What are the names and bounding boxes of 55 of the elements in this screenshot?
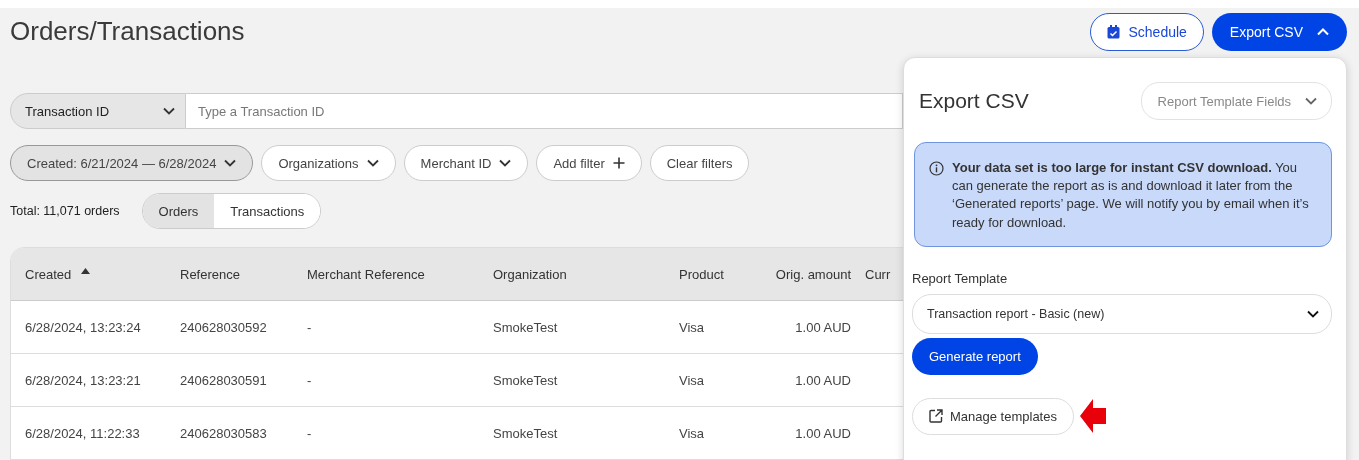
search-type-select[interactable]: Transaction ID xyxy=(10,93,186,129)
filter-chip[interactable]: Clear filters xyxy=(649,145,750,181)
chevron-down-icon xyxy=(224,159,237,167)
external-link-icon xyxy=(929,409,943,424)
notice-text: Your data set is too large for instant CSV download. You can generate the report as is and download it later from the ‘Generated reports’ page. We will notify you by email when it’s ready for download. xyxy=(952,159,1310,232)
page-title: Orders/Transactions xyxy=(10,16,245,47)
view-tab[interactable]: Orders xyxy=(142,194,215,228)
table-cell: 6/28/2024, 13:23:24 xyxy=(25,319,141,335)
table-cell: 1.00 AUD xyxy=(795,372,851,388)
table-cell: 6/28/2024, 13:23:21 xyxy=(25,372,141,388)
table-cell: Visa xyxy=(679,372,705,388)
chevron-down-icon xyxy=(163,107,175,115)
info-icon xyxy=(929,161,944,176)
table-cell: 6/28/2024, 11:22:33 xyxy=(25,425,140,441)
table-cell: Visa xyxy=(679,425,705,441)
manage-templates-button[interactable]: Manage templates xyxy=(912,397,1074,435)
table-cell: - xyxy=(307,425,312,441)
filter-chip[interactable]: Organizations xyxy=(261,145,396,181)
arrow-icon xyxy=(1079,399,1106,434)
export-csv-button[interactable]: Export CSV xyxy=(1211,13,1347,51)
table-cell: SmokeTest xyxy=(493,425,558,441)
column-header[interactable]: Reference xyxy=(180,266,240,282)
column-header[interactable]: Created xyxy=(25,266,72,282)
table-cell: - xyxy=(307,372,312,388)
calendar-icon xyxy=(1107,25,1121,39)
column-header[interactable]: Merchant Reference xyxy=(307,266,425,282)
column-header[interactable]: Orig. amount xyxy=(775,266,851,282)
column-header[interactable]: Organization xyxy=(493,266,567,282)
table-cell: Visa xyxy=(679,319,705,335)
table-cell: 1.00 AUD xyxy=(795,319,851,335)
table-cell: - xyxy=(307,319,312,335)
table-cell: 240628030592 xyxy=(180,319,267,335)
table-cell: 240628030591 xyxy=(180,372,267,388)
generate-report-button[interactable]: Generate report xyxy=(912,337,1038,375)
column-header[interactable]: Product xyxy=(679,266,724,282)
filter-chip[interactable]: Add filter xyxy=(536,145,642,181)
plus-icon xyxy=(612,157,625,169)
chevron-down-icon xyxy=(1307,309,1319,318)
report-template-select[interactable]: Transaction report - Basic (new) xyxy=(912,293,1332,334)
report-fields-select[interactable]: Report Template Fields xyxy=(1140,82,1332,120)
filter-chip[interactable]: Created: 6/21/2024 — 6/28/2024 xyxy=(10,145,254,181)
chevron-down-icon xyxy=(1305,97,1317,105)
total-count: Total: 11,071 orders xyxy=(10,204,120,218)
schedule-button[interactable]: Schedule xyxy=(1090,13,1204,51)
chevron-down-icon xyxy=(499,159,512,167)
panel-title: Export CSV xyxy=(919,89,1029,113)
table-cell: SmokeTest xyxy=(493,319,558,335)
search-field[interactable]: Type a Transaction ID xyxy=(186,93,903,129)
table-cell: 240628030583 xyxy=(180,425,267,441)
table-cell: 1.00 AUD xyxy=(795,425,851,441)
column-header[interactable]: Curr xyxy=(865,266,891,282)
table-cell: SmokeTest xyxy=(493,372,558,388)
chevron-down-icon xyxy=(366,159,379,167)
filter-chip[interactable]: Merchant ID xyxy=(403,145,529,181)
field-label: Report Template xyxy=(912,270,1009,286)
